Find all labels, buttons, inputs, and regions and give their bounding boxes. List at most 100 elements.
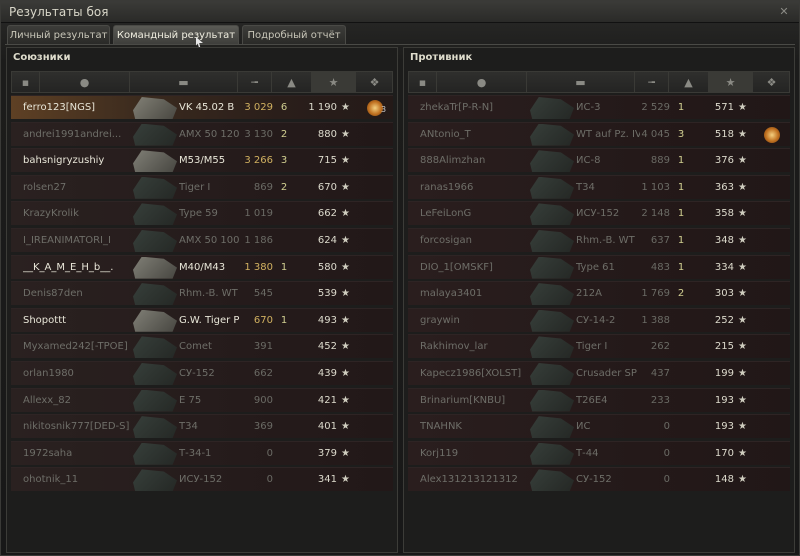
- xp-star-icon: ★: [341, 155, 350, 167]
- damage-value: 0: [663, 474, 670, 486]
- damage-value: 662: [253, 367, 273, 379]
- xp-value: 401: [317, 421, 337, 433]
- xp-value: 363: [714, 181, 734, 193]
- medal-count: 3: [381, 105, 387, 114]
- player-row[interactable]: bahsnigryzushiy M53/M55 3 266 3 715 ★: [11, 148, 393, 173]
- xp-star-icon: ★: [341, 181, 350, 193]
- tab-bar: Личный результат Командный результат Под…: [7, 25, 346, 45]
- damage-value: 889: [650, 155, 670, 167]
- player-row[interactable]: DIO_1[OMSKF] Type 61 483 1 334 ★: [408, 254, 790, 279]
- xp-star-icon: ★: [341, 447, 350, 459]
- player-name: forcosigan: [420, 234, 472, 246]
- xp-value: 379: [317, 447, 337, 459]
- player-row[interactable]: 888Alimzhan ИС-8 889 1 376 ★: [408, 148, 790, 173]
- player-row[interactable]: 1972saha Т-34-1 0 379 ★: [11, 440, 393, 465]
- player-row[interactable]: Korj119 Т-44 0 170 ★: [408, 440, 790, 465]
- kills-value: 2: [280, 128, 288, 140]
- platoon-icon[interactable]: ▪: [409, 72, 437, 92]
- damage-icon[interactable]: ╼: [238, 72, 272, 92]
- xp-value: 193: [714, 421, 734, 433]
- player-name: 1972saha: [23, 447, 73, 459]
- tank-icon[interactable]: ▬: [130, 72, 238, 92]
- xp-star-icon[interactable]: ★: [312, 72, 356, 92]
- player-row[interactable]: ranas1966 T34 1 103 1 363 ★: [408, 174, 790, 199]
- kills-value: 6: [280, 102, 288, 113]
- xp-star-icon: ★: [341, 367, 350, 379]
- player-row[interactable]: nikitosnik777[DED-S] T34 369 401 ★: [11, 414, 393, 439]
- tank-name: ИСУ-152: [179, 474, 223, 486]
- xp-value: 715: [317, 155, 337, 167]
- tank-name: Т-34-1: [179, 447, 212, 459]
- xp-star-icon[interactable]: ★: [709, 72, 753, 92]
- kills-value: 1: [677, 155, 685, 167]
- kills-value: [277, 282, 291, 305]
- damage-value: 1 103: [641, 181, 670, 193]
- kills-icon[interactable]: ▲: [272, 72, 312, 92]
- tab-personal-result[interactable]: Личный результат: [7, 25, 110, 44]
- player-row[interactable]: Shopottt G.W. Tiger P 670 1 493 ★: [11, 307, 393, 332]
- player-row[interactable]: KrazyKrolik Type 59 1 019 662 ★: [11, 201, 393, 226]
- allies-title: Союзники: [13, 52, 71, 63]
- medal-icon[interactable]: ❖: [356, 72, 393, 92]
- player-row[interactable]: __K_A_M_E_H_b__. M40/M43 1 380 1 580 ★: [11, 254, 393, 279]
- xp-value: 439: [317, 367, 337, 379]
- tank-name: T26E4: [576, 394, 608, 406]
- damage-value: 0: [266, 474, 273, 486]
- damage-value: 483: [650, 261, 670, 273]
- player-name: DIO_1[OMSKF]: [420, 261, 493, 273]
- medal-icon[interactable]: [764, 126, 780, 143]
- damage-icon[interactable]: ╼: [635, 72, 669, 92]
- close-icon[interactable]: ✕: [777, 5, 791, 19]
- player-row[interactable]: ohotnik_11 ИСУ-152 0 341 ★: [11, 467, 393, 492]
- player-row[interactable]: LeFeiLonG ИСУ-152 2 148 1 358 ★: [408, 201, 790, 226]
- xp-star-icon: ★: [341, 314, 350, 326]
- player-row[interactable]: Myxamed242[-TPOE] Comet 391 452 ★: [11, 334, 393, 359]
- player-row[interactable]: I_IREANIMATORI_I AMX 50 100 1 186 624 ★: [11, 227, 393, 252]
- player-row[interactable]: orlan1980 СУ-152 662 439 ★: [11, 360, 393, 385]
- player-row[interactable]: Rakhimov_lar Tiger I 262 215 ★: [408, 334, 790, 359]
- player-name: Alex131213121312: [420, 474, 518, 486]
- damage-value: 391: [253, 341, 273, 353]
- damage-value: 437: [650, 367, 670, 379]
- player-row[interactable]: zhekaTr[P-R-N] ИС-3 2 529 1 571 ★: [408, 95, 790, 119]
- xp-value: 170: [714, 447, 734, 459]
- player-row[interactable]: Denis87den Rhm.-B. WT 545 539 ★: [11, 281, 393, 306]
- player-icon[interactable]: ●: [40, 72, 130, 92]
- damage-value: 233: [650, 394, 670, 406]
- platoon-icon[interactable]: ▪: [12, 72, 40, 92]
- player-name: 888Alimzhan: [420, 155, 486, 167]
- tank-icon: [133, 203, 177, 226]
- damage-value: 1 186: [244, 234, 273, 246]
- xp-value: 358: [714, 208, 734, 220]
- player-row[interactable]: ferro123[NGS] VK 45.02 B 3 029 6 1 190 ★ 3: [11, 95, 393, 119]
- xp-star-icon: ★: [738, 234, 747, 246]
- tank-name: VK 45.02 B: [179, 102, 235, 113]
- damage-value: 3 266: [244, 155, 273, 167]
- kills-value: 1: [280, 314, 288, 326]
- player-row[interactable]: forcosigan Rhm.-B. WT 637 1 348 ★: [408, 227, 790, 252]
- tank-name: ИСУ-152: [576, 208, 620, 220]
- kills-icon[interactable]: ▲: [669, 72, 709, 92]
- player-row[interactable]: Allexx_82 E 75 900 421 ★: [11, 387, 393, 412]
- tab-team-result[interactable]: Командный результат: [113, 25, 239, 44]
- player-row[interactable]: TNAHNK ИС 0 193 ★: [408, 414, 790, 439]
- player-row[interactable]: malaya3401 212A 1 769 2 303 ★: [408, 281, 790, 306]
- player-row[interactable]: graywin СУ-14-2 1 388 252 ★: [408, 307, 790, 332]
- xp-value: 303: [714, 288, 734, 300]
- xp-star-icon: ★: [341, 234, 350, 246]
- player-row[interactable]: Brinarium[KNBU] T26E4 233 193 ★: [408, 387, 790, 412]
- player-row[interactable]: Kapecz1986[XOLST] Crusader SP 437 199 ★: [408, 360, 790, 385]
- tank-icon: [133, 150, 177, 173]
- tank-name: AMX 50 100: [179, 234, 240, 246]
- player-name: graywin: [420, 314, 460, 326]
- tank-icon[interactable]: ▬: [527, 72, 635, 92]
- player-row[interactable]: andrei1991andrei... AMX 50 120 3 130 2 880 ★: [11, 121, 393, 146]
- medal-icon[interactable]: ❖: [753, 72, 790, 92]
- player-row[interactable]: Alex131213121312 СУ-152 0 148 ★: [408, 467, 790, 492]
- xp-star-icon: ★: [341, 421, 350, 433]
- player-icon[interactable]: ●: [437, 72, 527, 92]
- tank-name: СУ-152: [179, 367, 215, 379]
- player-row[interactable]: ANtonio_T WT auf Pz. IV 4 045 3 518 ★: [408, 121, 790, 146]
- tab-detailed-report[interactable]: Подробный отчёт: [242, 25, 346, 44]
- player-row[interactable]: rolsen27 Tiger I 869 2 670 ★: [11, 174, 393, 199]
